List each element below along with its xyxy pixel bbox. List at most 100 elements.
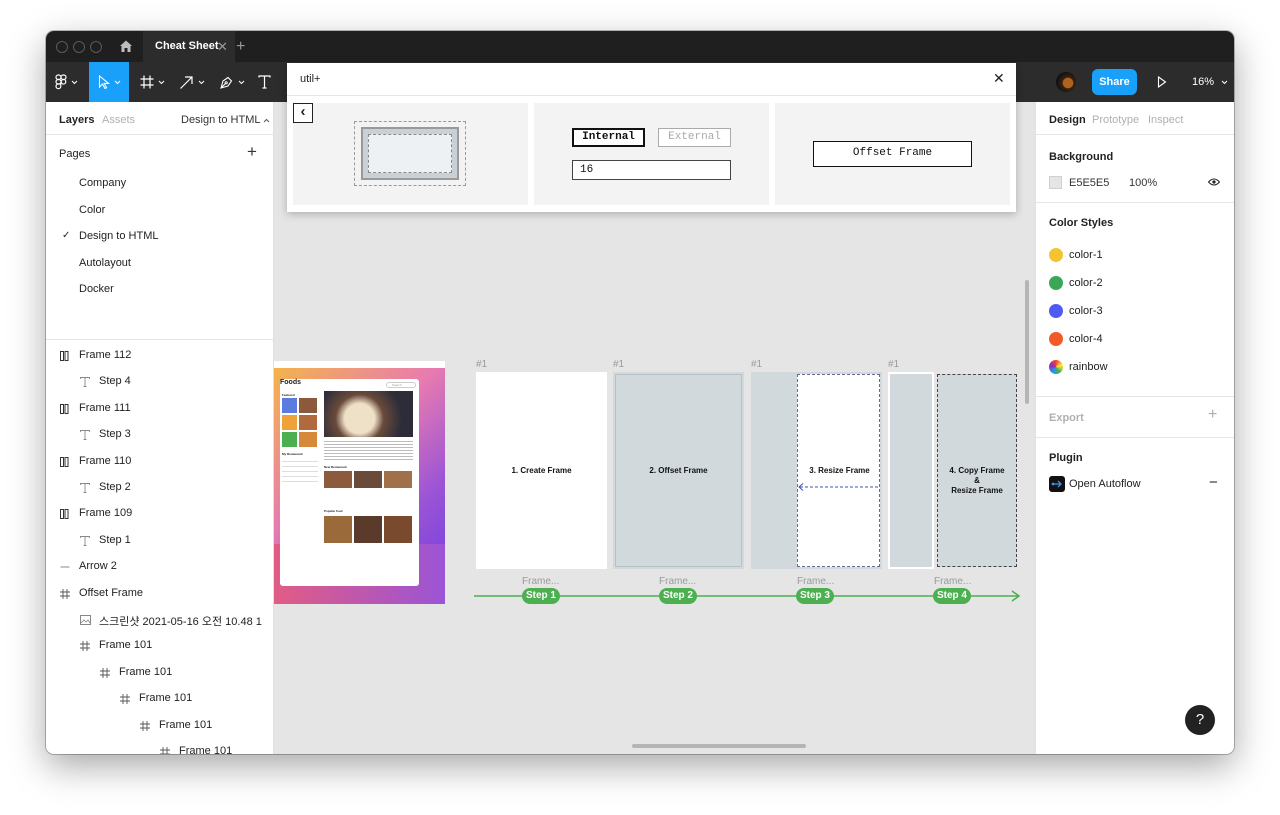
background-opacity[interactable]: 100% [1129,177,1157,189]
page-item[interactable]: Company [46,174,273,194]
plugin-modal: util+ ✕ ‹ Internal External Offset Frame [287,63,1016,212]
background-swatch[interactable] [1049,176,1062,189]
chevron-down-icon [114,80,120,84]
color-style-item[interactable]: color-1 [1036,246,1234,266]
tab-layers[interactable]: Layers [59,114,94,126]
layer-row[interactable]: Frame 101 [46,663,273,683]
mockup-photo [384,516,412,543]
color-style-item[interactable]: rainbow [1036,358,1234,378]
layer-row[interactable]: Frame 111 [46,399,273,419]
layer-row[interactable]: Step 4 [46,372,273,392]
frame-icon [60,588,72,601]
layer-row[interactable]: Frame 101 [46,636,273,656]
layer-row[interactable]: Step 3 [46,425,273,445]
tab-inspect[interactable]: Inspect [1148,114,1183,126]
autolayout-icon [60,403,72,416]
close-window-button[interactable] [56,41,68,53]
page-item[interactable]: Color [46,201,273,221]
help-button[interactable]: ? [1185,705,1215,735]
home-icon[interactable] [119,39,133,53]
figma-window: Cheat Sheet ✕ + Share 16% Layers Assets … [46,31,1234,754]
mockup-tile [282,398,297,413]
frame-icon [100,667,112,680]
page-label: Color [79,203,106,216]
zoom-menu[interactable]: 16% [1192,62,1228,102]
tab-prototype[interactable]: Prototype [1092,114,1139,126]
current-page-selector[interactable]: Design to HTML [181,114,270,126]
page-item[interactable]: Autolayout [46,254,273,274]
offset-input[interactable] [572,160,731,180]
new-tab-button[interactable]: + [236,31,245,62]
frame[interactable]: 2. Offset Frame [613,372,744,569]
pen-tool[interactable] [212,62,252,102]
offset-frame-button[interactable]: Offset Frame [813,141,972,167]
tab-assets[interactable]: Assets [102,114,135,126]
page-label: Design to HTML [79,230,159,242]
step-pill[interactable]: Step 1 [522,588,560,604]
color-style-item[interactable]: color-4 [1036,330,1234,350]
layer-row[interactable]: Step 2 [46,478,273,498]
add-page-button[interactable]: + [247,142,257,162]
frame[interactable]: 4. Copy Frame & Resize Frame [888,372,1018,569]
color-swatch-icon [1049,276,1063,290]
divider [1036,396,1234,397]
horizontal-scrollbar[interactable] [632,744,806,748]
frame[interactable]: 3. Resize Frame [751,372,882,569]
frame-tag: #1 [476,359,488,370]
layer-row[interactable]: Arrow 2 [46,557,273,577]
layer-row[interactable]: Frame 110 [46,452,273,472]
frame-tool[interactable] [132,62,172,102]
text-icon [80,430,92,442]
layer-row[interactable]: Offset Frame [46,584,273,604]
text-icon [80,535,92,548]
step-pill[interactable]: Step 3 [796,588,834,604]
layer-row[interactable]: 스크린샷 2021-05-16 오전 10.48 1 [46,610,273,630]
background-hex[interactable]: E5E5E5 [1069,177,1109,189]
step-pill[interactable]: Step 2 [659,588,697,604]
action-cell: Offset Frame [775,103,1010,205]
layer-row[interactable]: Frame 101 [46,716,273,736]
frame[interactable]: 1. Create Frame [476,372,607,569]
layer-row[interactable]: Frame 101 [46,742,273,754]
step-pill[interactable]: Step 4 [933,588,971,604]
minimize-window-button[interactable] [73,41,85,53]
tab-design[interactable]: Design [1049,114,1086,126]
text-tool[interactable] [252,62,276,102]
color-style-item[interactable]: color-2 [1036,274,1234,294]
foods-mockup-image[interactable]: Foods Search Featured My Restaurant New … [274,361,445,604]
arrow-tool[interactable] [172,62,212,102]
layer-label: Step 2 [99,481,131,493]
color-style-name: rainbow [1069,361,1108,373]
zoom-window-button[interactable] [90,41,102,53]
external-toggle[interactable]: External [658,128,731,147]
add-export-button[interactable]: + [1208,406,1217,424]
layer-label: Frame 110 [79,454,132,467]
tab-cheat-sheet[interactable]: Cheat Sheet ✕ [143,31,235,62]
layer-row[interactable]: Frame 112 [46,346,273,366]
internal-toggle[interactable]: Internal [572,128,645,147]
layer-row[interactable]: Step 1 [46,531,273,551]
mockup-new-restaurant: New Restaurant [324,465,347,469]
pen-icon [220,76,233,89]
layer-row[interactable]: Frame 101 [46,689,273,709]
page-item[interactable]: Docker [46,280,273,300]
plugin-name[interactable]: Open Autoflow [1069,478,1141,490]
move-tool[interactable] [89,62,129,102]
color-style-item[interactable]: color-3 [1036,302,1234,322]
remove-plugin-button[interactable]: − [1209,474,1218,491]
main-menu-button[interactable] [46,62,86,102]
text-icon [80,377,92,389]
eye-icon[interactable] [1208,178,1220,186]
share-button[interactable]: Share [1092,69,1137,95]
back-button[interactable]: ‹ [293,103,313,123]
page-item[interactable]: ✓ Design to HTML [46,227,273,247]
vertical-scrollbar[interactable] [1025,280,1029,404]
user-avatar[interactable] [1056,72,1076,92]
layer-row[interactable]: Frame 109 [46,504,273,524]
background-header: Background [1049,151,1114,163]
layer-label: Step 3 [99,428,131,441]
tab-close-icon[interactable]: ✕ [217,31,228,62]
play-icon[interactable] [1157,76,1167,88]
close-icon[interactable]: ✕ [993,70,1005,87]
mockup-tile [299,415,317,430]
